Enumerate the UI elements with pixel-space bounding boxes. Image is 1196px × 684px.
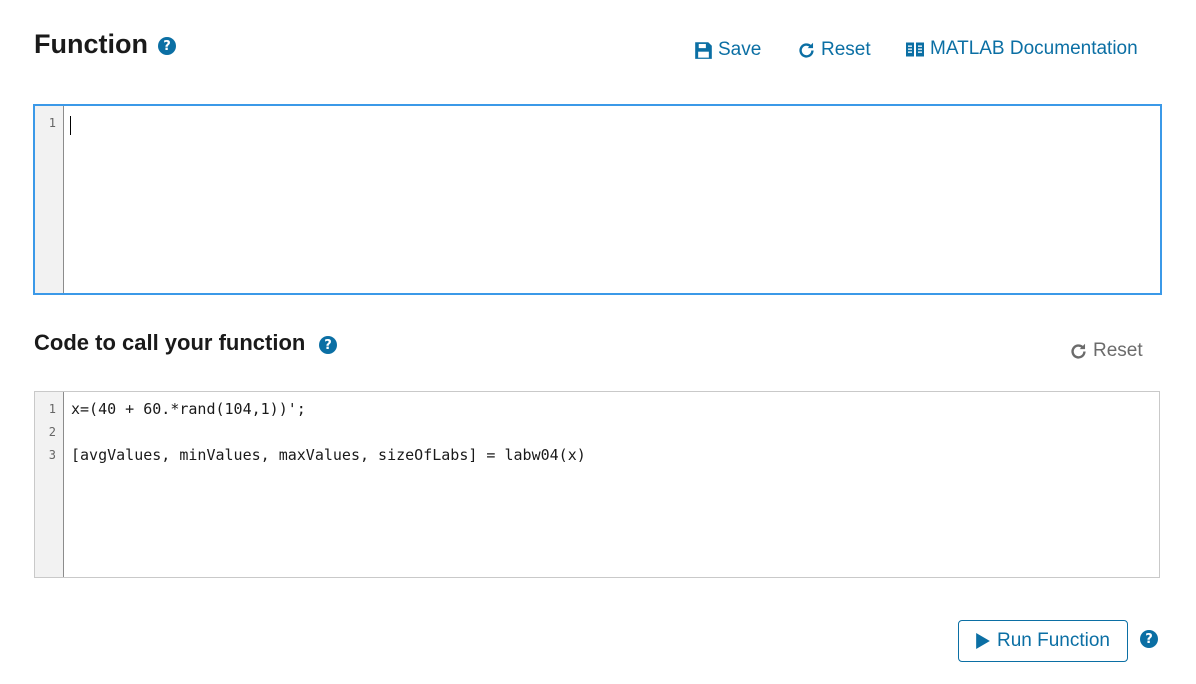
documentation-label: MATLAB Documentation xyxy=(930,38,1138,59)
call-code-help-icon[interactable]: ? xyxy=(319,336,337,354)
reset-function-button[interactable]: Reset xyxy=(797,39,871,61)
reset-call-code-button[interactable]: Reset xyxy=(1069,340,1143,362)
code-line[interactable]: [avgValues, minValues, maxValues, sizeOf… xyxy=(71,446,586,464)
play-icon xyxy=(976,633,990,649)
reset-label: Reset xyxy=(821,39,871,60)
line-number-gutter: 1 2 3 xyxy=(35,392,64,577)
run-function-button[interactable]: Run Function xyxy=(958,620,1128,662)
run-help-icon[interactable]: ? xyxy=(1140,630,1158,648)
run-function-label: Run Function xyxy=(996,630,1110,651)
book-icon xyxy=(905,41,925,58)
line-number: 3 xyxy=(48,448,56,462)
function-code-editor[interactable]: 1 xyxy=(33,104,1162,295)
line-number: 1 xyxy=(48,116,56,130)
line-number: 1 xyxy=(48,402,56,416)
line-number: 2 xyxy=(48,425,56,439)
function-help-icon[interactable]: ? xyxy=(158,37,176,55)
text-cursor xyxy=(70,116,71,135)
floppy-disk-icon xyxy=(694,41,713,60)
call-code-title: Code to call your function xyxy=(34,330,306,355)
call-code-editor[interactable]: 1 2 3 x=(40 + 60.*rand(104,1))'; [avgVal… xyxy=(34,391,1160,578)
save-label: Save xyxy=(718,39,762,60)
refresh-icon xyxy=(1069,342,1088,361)
code-line[interactable]: x=(40 + 60.*rand(104,1))'; xyxy=(71,400,306,418)
function-title: Function xyxy=(34,29,148,59)
refresh-icon xyxy=(797,41,816,60)
reset-label: Reset xyxy=(1093,340,1143,361)
save-button[interactable]: Save xyxy=(694,39,761,61)
matlab-documentation-link[interactable]: MATLAB Documentation xyxy=(905,38,1138,60)
line-number-gutter: 1 xyxy=(35,106,64,293)
